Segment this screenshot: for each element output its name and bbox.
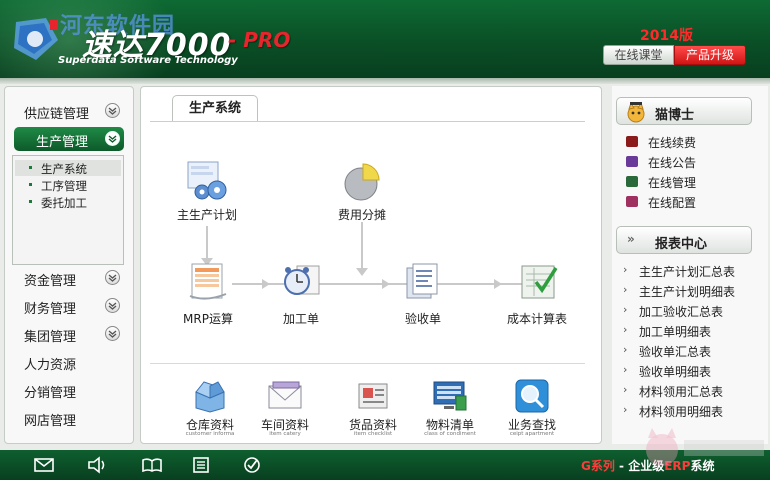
report-center-title: 报表中心 [655,237,708,252]
sidebar-item-label: 财务管理 [24,302,77,317]
flow-connector [361,222,363,272]
magnifier-icon [515,379,549,413]
chevron-right-icon: › [623,363,628,376]
chevron-down-icon [105,298,120,313]
chevron-down-icon [105,103,120,118]
section-divider [150,363,585,364]
brand-suffix: - PRO [228,28,291,52]
flow-node-master-plan[interactable]: 主生产计划 [170,160,244,226]
shortcut-goods-data[interactable]: 货品资料 item checklist [341,378,405,440]
book-icon [626,176,638,187]
sidebar-item-production[interactable]: 生产管理 [14,127,124,151]
speaker-icon[interactable] [86,456,108,474]
flow-node-label: 成本计算表 [506,312,567,326]
sidebar-item-hr[interactable]: 人力资源 [10,350,124,374]
chevron-right-icon: › [623,403,628,416]
flow-node-label: 费用分摊 [337,208,386,222]
list-icon[interactable] [190,456,212,474]
shortcut-sublabel: ceipt apartment [509,431,555,437]
pie-chart-icon [344,163,380,201]
sidebar-item-label: 人力资源 [24,358,77,373]
shortcut-sublabel: class of condiment [424,431,476,437]
assistant-title: 猫博士 [655,108,695,123]
arrow-right-icon [382,279,390,289]
flow-node-label: 加工单 [282,312,319,326]
report-center-header[interactable]: » 报表中心 [616,226,752,254]
sidebar-item-finance[interactable]: 财务管理 [10,294,124,318]
book-icon [626,156,638,167]
book-icon [626,196,638,207]
goods-card-icon [358,383,388,409]
book-icon [626,136,638,147]
chevron-right-icon: › [623,323,628,336]
flow-node-process-order[interactable]: 加工单 [270,260,332,326]
sidebar-item-label: 生产管理 [36,135,89,150]
chevron-down-icon [105,270,120,285]
sidebar-item-label: 网店管理 [24,414,77,429]
flow-node-cost-share[interactable]: 费用分摊 [325,160,399,226]
submenu-item-outsourcing[interactable]: 委托加工 [15,194,121,210]
flow-node-label: 主生产计划 [176,208,237,222]
chevron-down-icon [105,326,120,341]
chevron-right-icon: › [623,383,628,396]
monitor-list-icon [433,381,467,411]
assistant-header: 猫博士 [616,97,752,125]
book-icon[interactable] [141,456,163,474]
sidebar-item-label: 供应链管理 [24,107,90,122]
chevron-right-icon: › [623,263,628,276]
chevron-right-icon: › [623,343,628,356]
sidebar-item-distribution[interactable]: 分销管理 [10,378,124,402]
chevron-right-icon: › [623,283,628,296]
sidebar-item-label: 资金管理 [24,274,77,289]
gears-icon [187,161,227,200]
tab-production-system[interactable]: 生产系统 [172,95,258,121]
logo-icon [14,18,58,60]
product-upgrade-button[interactable]: 产品升级 [674,45,746,65]
shortcut-sublabel: item checklist [353,431,393,437]
flow-node-mrp[interactable]: MRP运算 [176,260,240,326]
online-class-button[interactable]: 在线课堂 [603,45,674,65]
header-stripe [0,78,770,84]
sidebar-item-online-store[interactable]: 网店管理 [10,406,124,430]
submenu-item-production-system[interactable]: 生产系统 [15,160,121,176]
sidebar-item-label: 分销管理 [24,386,77,401]
shortcut-warehouse-data[interactable]: 仓库资料 customer informa [178,378,242,440]
sidebar-item-label: 集团管理 [24,330,77,345]
flow-node-label: 验收单 [404,312,441,326]
sidebar-item-supply-chain[interactable]: 供应链管理 [10,99,124,123]
alarm-clock-icon [284,265,320,295]
checklist-icon [521,265,558,299]
sidebar-item-group[interactable]: 集团管理 [10,322,124,346]
shortcut-bill-of-materials[interactable]: 物料清单 class of condiment [418,378,482,440]
shortcut-sublabel: item catery [269,431,301,437]
shortcut-workshop-data[interactable]: 车间资料 item catery [253,378,317,440]
watermark-logo [646,428,764,466]
open-box-icon [195,381,225,413]
check-circle-icon[interactable] [241,456,263,474]
mail-icon[interactable] [33,456,55,474]
envelope-icon [268,381,302,409]
cat-doctor-icon [627,101,645,123]
brand-subtitle: Superdata Software Technology [58,55,238,66]
document-stack-icon [406,263,438,299]
version-year: 2014版 [640,28,693,44]
flow-node-inspection[interactable]: 验收单 [392,260,454,326]
submenu-item-process-management[interactable]: 工序管理 [15,177,121,193]
chevron-right-icon: › [623,303,628,316]
app-header: 河东软件园 速达7000 - PRO Superdata Software Te… [0,0,770,78]
arrow-down-icon [356,268,368,276]
double-chevron-right-icon: » [627,232,635,246]
arrow-right-icon [262,279,270,289]
production-submenu: 生产系统 工序管理 委托加工 [12,155,124,265]
flow-node-label: MRP运算 [183,312,233,326]
shortcut-sublabel: customer informa [185,431,235,437]
shortcut-business-search[interactable]: 业务查找 ceipt apartment [498,378,566,440]
spreadsheet-icon [189,263,227,300]
flow-node-cost-sheet[interactable]: 成本计算表 [500,260,574,326]
chevron-down-icon [105,131,120,146]
sidebar-item-funds[interactable]: 资金管理 [10,266,124,290]
